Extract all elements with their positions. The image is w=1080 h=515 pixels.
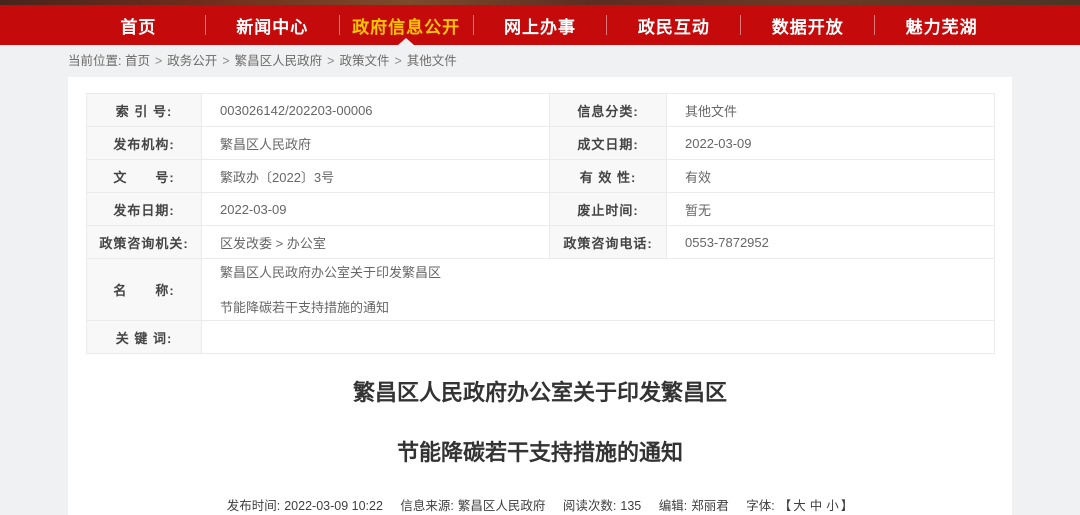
doc-number-label: 文 号: [87,160,202,193]
written-date-value: 2022-03-09 [667,127,995,160]
table-row: 政策咨询机关: 区发改委 > 办公室 政策咨询电话: 0553-7872952 [87,226,995,259]
abolish-time-label: 废止时间: [550,193,667,226]
info-category-label: 信息分类: [550,94,667,127]
editor: 编辑:郑丽君 [659,499,729,513]
table-row: 发布机构: 繁昌区人民政府 成文日期: 2022-03-09 [87,127,995,160]
font-switch-bracket: 【 [779,499,792,513]
index-number-label: 索 引 号: [87,94,202,127]
index-number-value: 003026142/202203-00006 [202,94,550,127]
consult-agency-value: 区发改委 > 办公室 [202,226,550,259]
doc-name-line1: 繁昌区人民政府办公室关于印发繁昌区 [220,262,980,281]
publish-meta-line: 发布时间:2022-03-09 10:22 信息来源:繁昌区人民政府 阅读次数:… [86,495,994,514]
breadcrumb-separator: > [327,54,334,68]
document-title-line1: 繁昌区人民政府办公室关于印发繁昌区 [86,382,994,404]
breadcrumb-link-policy-files[interactable]: 政策文件 [339,54,389,68]
font-switch-bracket: 】 [841,499,854,513]
nav-item-label: 政府信息公开 [352,13,460,38]
written-date-label: 成文日期: [550,127,667,160]
validity-label: 有 效 性: [550,160,667,193]
issuing-agency-label: 发布机构: [87,127,202,160]
font-size-switch: 字体:【大中小】 [746,499,853,513]
table-row: 文 号: 繁政办〔2022〕3号 有 效 性: 有效 [87,160,995,193]
document-metadata-table: 索 引 号: 003026142/202203-00006 信息分类: 其他文件… [86,93,995,354]
doc-number-value: 繁政办〔2022〕3号 [202,160,550,193]
keywords-value [202,321,995,354]
doc-name-value: 繁昌区人民政府办公室关于印发繁昌区 节能降碳若干支持措施的通知 [202,259,995,321]
document-title: 繁昌区人民政府办公室关于印发繁昌区 节能降碳若干支持措施的通知 [86,382,994,464]
document-title-line2: 节能降碳若干支持措施的通知 [86,442,994,464]
document-content-card: 索 引 号: 003026142/202203-00006 信息分类: 其他文件… [68,77,1012,515]
breadcrumb-link-gov-open[interactable]: 政务公开 [167,54,217,68]
doc-name-label: 名 称: [87,259,202,321]
nav-item-charming-wuhu[interactable]: 魅力芜湖 [875,5,1008,45]
nav-item-open-data[interactable]: 数据开放 [741,5,874,45]
font-size-medium-button[interactable]: 中 [810,499,823,513]
publish-date-label: 发布日期: [87,193,202,226]
breadcrumb-separator: > [222,54,229,68]
breadcrumb-separator: > [155,54,162,68]
info-category-value: 其他文件 [667,94,995,127]
table-row: 索 引 号: 003026142/202203-00006 信息分类: 其他文件 [87,94,995,127]
nav-item-news-center[interactable]: 新闻中心 [206,5,339,45]
nav-item-gov-info-disclosure[interactable]: 政府信息公开 [340,5,473,45]
keywords-label: 关 键 词: [87,321,202,354]
breadcrumb-separator: > [394,54,401,68]
validity-value: 有效 [667,160,995,193]
font-size-large-button[interactable]: 大 [793,499,806,513]
read-count: 阅读次数:135 [563,499,641,513]
table-row: 名 称: 繁昌区人民政府办公室关于印发繁昌区 节能降碳若干支持措施的通知 [87,259,995,321]
breadcrumb-link-fanchang-gov[interactable]: 繁昌区人民政府 [235,54,323,68]
issuing-agency-value: 繁昌区人民政府 [202,127,550,160]
breadcrumb-link-home[interactable]: 首页 [125,54,150,68]
active-tab-arrow-icon [398,38,414,45]
abolish-time-value: 暂无 [667,193,995,226]
publish-date-value: 2022-03-09 [202,193,550,226]
breadcrumb-prefix: 当前位置: [68,54,121,68]
nav-item-public-interaction[interactable]: 政民互动 [607,5,740,45]
info-source: 信息来源:繁昌区人民政府 [400,499,545,513]
nav-item-online-services[interactable]: 网上办事 [474,5,607,45]
doc-name-line2: 节能降碳若干支持措施的通知 [220,297,980,316]
table-row: 发布日期: 2022-03-09 废止时间: 暂无 [87,193,995,226]
breadcrumb-current-other-files: 其他文件 [407,54,457,68]
table-row: 关 键 词: [87,321,995,354]
nav-item-home[interactable]: 首页 [72,5,205,45]
consult-agency-label: 政策咨询机关: [87,226,202,259]
nav-items-container: 首页 新闻中心 政府信息公开 网上办事 政民互动 数据开放 魅力芜湖 [72,5,1008,45]
consult-phone-label: 政策咨询电话: [550,226,667,259]
main-navigation: 首页 新闻中心 政府信息公开 网上办事 政民互动 数据开放 魅力芜湖 [0,5,1080,45]
publish-time: 发布时间:2022-03-09 10:22 [227,499,383,513]
breadcrumb: 当前位置: 首页 > 政务公开 > 繁昌区人民政府 > 政策文件 > 其他文件 [0,45,1080,77]
consult-phone-value: 0553-7872952 [667,226,995,259]
font-size-small-button[interactable]: 小 [826,499,839,513]
